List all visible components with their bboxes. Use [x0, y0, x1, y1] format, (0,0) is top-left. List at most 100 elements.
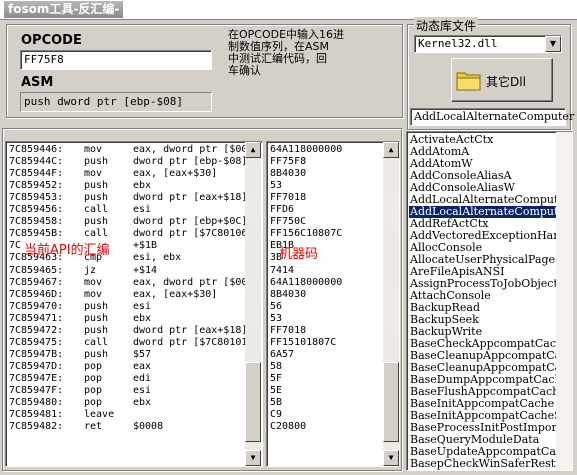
opcode-input-value: FF75F8 — [24, 53, 64, 66]
function-list-item[interactable]: BaseInitAppcompatCache — [409, 398, 559, 410]
hex-row[interactable]: FF15101807C — [270, 337, 336, 349]
scroll-down-icon[interactable]: ▼ — [245, 450, 261, 466]
function-list-item[interactable]: AddAtomW — [409, 158, 559, 170]
hex-row[interactable]: 58 — [270, 361, 282, 373]
function-list-item[interactable]: AddVectoredExceptionHand — [409, 230, 559, 242]
asm-addr: 7C — [9, 240, 22, 252]
scroll-up-icon[interactable]: ▲ — [383, 142, 399, 158]
asm-row[interactable]: 7C85947F: pop esi — [9, 385, 245, 397]
asm-row[interactable]: 7C85947B: push $57 — [9, 349, 245, 361]
dropdown-arrow-icon[interactable]: ▼ — [545, 36, 561, 52]
asm-row[interactable]: 7C859482: ret $0008 — [9, 421, 245, 433]
asm-row[interactable]: 7C859467: mov eax, dword ptr [$00 — [9, 277, 247, 289]
function-list-item[interactable]: BaseInitAppcompatCacheSu — [409, 410, 559, 422]
asm-row[interactable]: 7C859446: mov eax, dword ptr [$00 — [9, 144, 247, 156]
hex-row[interactable]: FFD6 — [270, 204, 294, 216]
function-list-item[interactable]: BaseUpdateAppcompatCache — [409, 446, 559, 458]
asm-addr: 7C859458: — [9, 216, 64, 228]
hex-row[interactable]: 53 — [270, 180, 282, 192]
function-list-item[interactable]: BackupRead — [409, 302, 559, 314]
hex-row[interactable]: 5F — [270, 373, 282, 385]
hex-row[interactable]: 6A57 — [270, 349, 294, 361]
function-list-item[interactable]: AttachConsole — [409, 290, 559, 302]
function-list-item[interactable]: BackupWrite — [409, 326, 559, 338]
asm-row[interactable]: 7C85946D: mov eax, [eax+$30] — [9, 289, 245, 301]
asm-row[interactable]: 7C859475: call dword ptr [$7C80101 — [9, 336, 247, 349]
asm-arg: dword ptr [$7C80106 — [133, 228, 248, 240]
function-list-item[interactable]: BaseFlushAppcompatCache — [409, 386, 559, 398]
function-list-item[interactable]: AllocateUserPhysicalPage — [409, 254, 559, 266]
hex-row[interactable]: 64A118000000 — [270, 277, 342, 289]
asm-listing-scrollbar[interactable]: ▲ ▼ — [245, 142, 261, 466]
asm-row[interactable]: 7C85944C: push dword ptr [ebp-$08] — [9, 156, 247, 168]
function-list-item[interactable]: AssignProcessToJobObject — [409, 278, 559, 290]
hex-listing-scrollbar[interactable]: ▲ ▼ — [383, 142, 399, 466]
asm-row[interactable]: 7C859458: push dword ptr [ebp+$0C] — [9, 216, 247, 228]
asm-row[interactable]: 7C859453: push dword ptr [eax+$18] — [9, 192, 247, 204]
hex-row[interactable]: C20800 — [270, 421, 306, 433]
asm-op: call — [84, 336, 109, 348]
hex-row[interactable]: 8B4030 — [270, 168, 306, 180]
function-list-item[interactable]: AreFileApisANSI — [409, 266, 559, 278]
opcode-input[interactable]: FF75F8 — [20, 50, 212, 70]
function-list-item[interactable]: BaseQueryModuleData — [409, 434, 559, 446]
scroll-thumb[interactable] — [245, 362, 261, 442]
hex-row[interactable]: FF750C — [270, 216, 306, 228]
function-list-item[interactable]: ActivateActCtx — [409, 134, 559, 146]
function-list-item[interactable]: AllocConsole — [409, 242, 559, 254]
hex-row[interactable]: 8B4030 — [270, 289, 306, 301]
asm-input[interactable]: push dword ptr [ebp-$08] — [20, 92, 212, 112]
hint-text: 在OPCODE中输入16进 制数值序列，在ASM 中测试汇编代码，回 车确认 — [228, 29, 344, 77]
asm-row[interactable]: 7C859456: call esi — [9, 204, 245, 216]
function-list-item[interactable]: AddLocalAlternateCompute — [409, 206, 559, 218]
asm-row[interactable]: 7C85947D: pop eax — [9, 361, 245, 373]
function-list-scrollbar[interactable] — [556, 132, 572, 470]
function-list-item[interactable]: BaseCleanupAppcompatCach — [409, 362, 559, 374]
hex-row[interactable]: FF7018 — [270, 325, 306, 337]
hex-row[interactable]: FF156C10807C — [270, 228, 342, 240]
function-list-item[interactable]: BaseCleanupAppcompatCach — [409, 350, 559, 362]
asm-addr: 7C85947B: — [9, 348, 64, 360]
function-list-item[interactable]: BaseDumpAppcompatCache — [409, 374, 559, 386]
asm-listing[interactable]: 7C859446: mov eax, dword ptr [$00 7C85944C:… — [5, 141, 263, 467]
function-list-item[interactable]: BasepCheckWinSaferRestri — [409, 458, 559, 470]
dll-select[interactable]: Kernel32.dll ▼ — [414, 35, 562, 53]
hex-row[interactable]: 5E — [270, 385, 282, 397]
hex-listing[interactable]: 64A118000000 FF75F8 8B4030 53 FF7018 FFD6 FF75… — [266, 141, 400, 467]
title-bar[interactable]: fosom工具-反汇编- — [0, 0, 577, 20]
hex-row[interactable]: 53 — [270, 313, 282, 325]
scroll-up-icon[interactable]: ▲ — [245, 142, 261, 158]
hex-row[interactable]: FF7018 — [270, 192, 306, 204]
function-list-item[interactable]: BackupSeek — [409, 314, 559, 326]
function-list-item[interactable]: AddConsoleAliasA — [409, 170, 559, 182]
function-list-item[interactable]: BaseCheckAppcompatCache — [409, 338, 559, 350]
asm-row[interactable]: 7C859471: push ebx — [9, 313, 245, 325]
asm-row[interactable]: 7C859470: push esi — [9, 301, 245, 313]
asm-row[interactable]: 7C85947E: pop edi — [9, 373, 245, 385]
window-title: fosom工具-反汇编- — [4, 1, 124, 18]
hex-row[interactable]: FF75F8 — [270, 156, 306, 168]
asm-row[interactable]: 7C859465: jz +$14 — [9, 265, 245, 277]
asm-row[interactable]: 7C859472: push dword ptr [eax+$18] — [9, 325, 247, 337]
scroll-thumb[interactable] — [383, 362, 399, 442]
hex-row[interactable]: 64A118000000 — [270, 144, 342, 156]
function-list-item[interactable]: AddAtomA — [409, 146, 559, 158]
asm-row[interactable]: 7C859480: pop ebx — [9, 397, 245, 409]
function-list[interactable]: ActivateActCtx AddAtomA AddAtomW AddConsole… — [406, 131, 573, 471]
asm-row[interactable]: 7C85944F: mov eax, [eax+$30] — [9, 168, 245, 180]
function-list-item[interactable]: AddConsoleAliasW — [409, 182, 559, 194]
scroll-down-icon[interactable]: ▼ — [383, 450, 399, 466]
asm-row[interactable]: 7C859481: leave — [9, 409, 245, 421]
other-dll-button[interactable]: 其它Dll — [451, 58, 553, 102]
asm-row[interactable]: 7C859452: push ebx — [9, 180, 245, 192]
hex-row[interactable]: C9 — [270, 409, 282, 421]
function-name-value: AddLocalAlternateComputer — [414, 110, 575, 123]
function-list-item[interactable]: BaseProcessInitPostImpor — [409, 422, 559, 434]
function-list-item[interactable]: AddRefActCtx — [409, 218, 559, 230]
function-name-field[interactable]: AddLocalAlternateComputer — [410, 108, 574, 126]
hex-row[interactable]: 56 — [270, 301, 282, 313]
function-list-item[interactable]: AddLocalAlternateCompute — [409, 194, 559, 206]
hex-row[interactable]: 5B — [270, 397, 282, 409]
asm-addr: 7C85946D: — [9, 288, 64, 300]
hex-row[interactable]: 7414 — [270, 265, 294, 277]
